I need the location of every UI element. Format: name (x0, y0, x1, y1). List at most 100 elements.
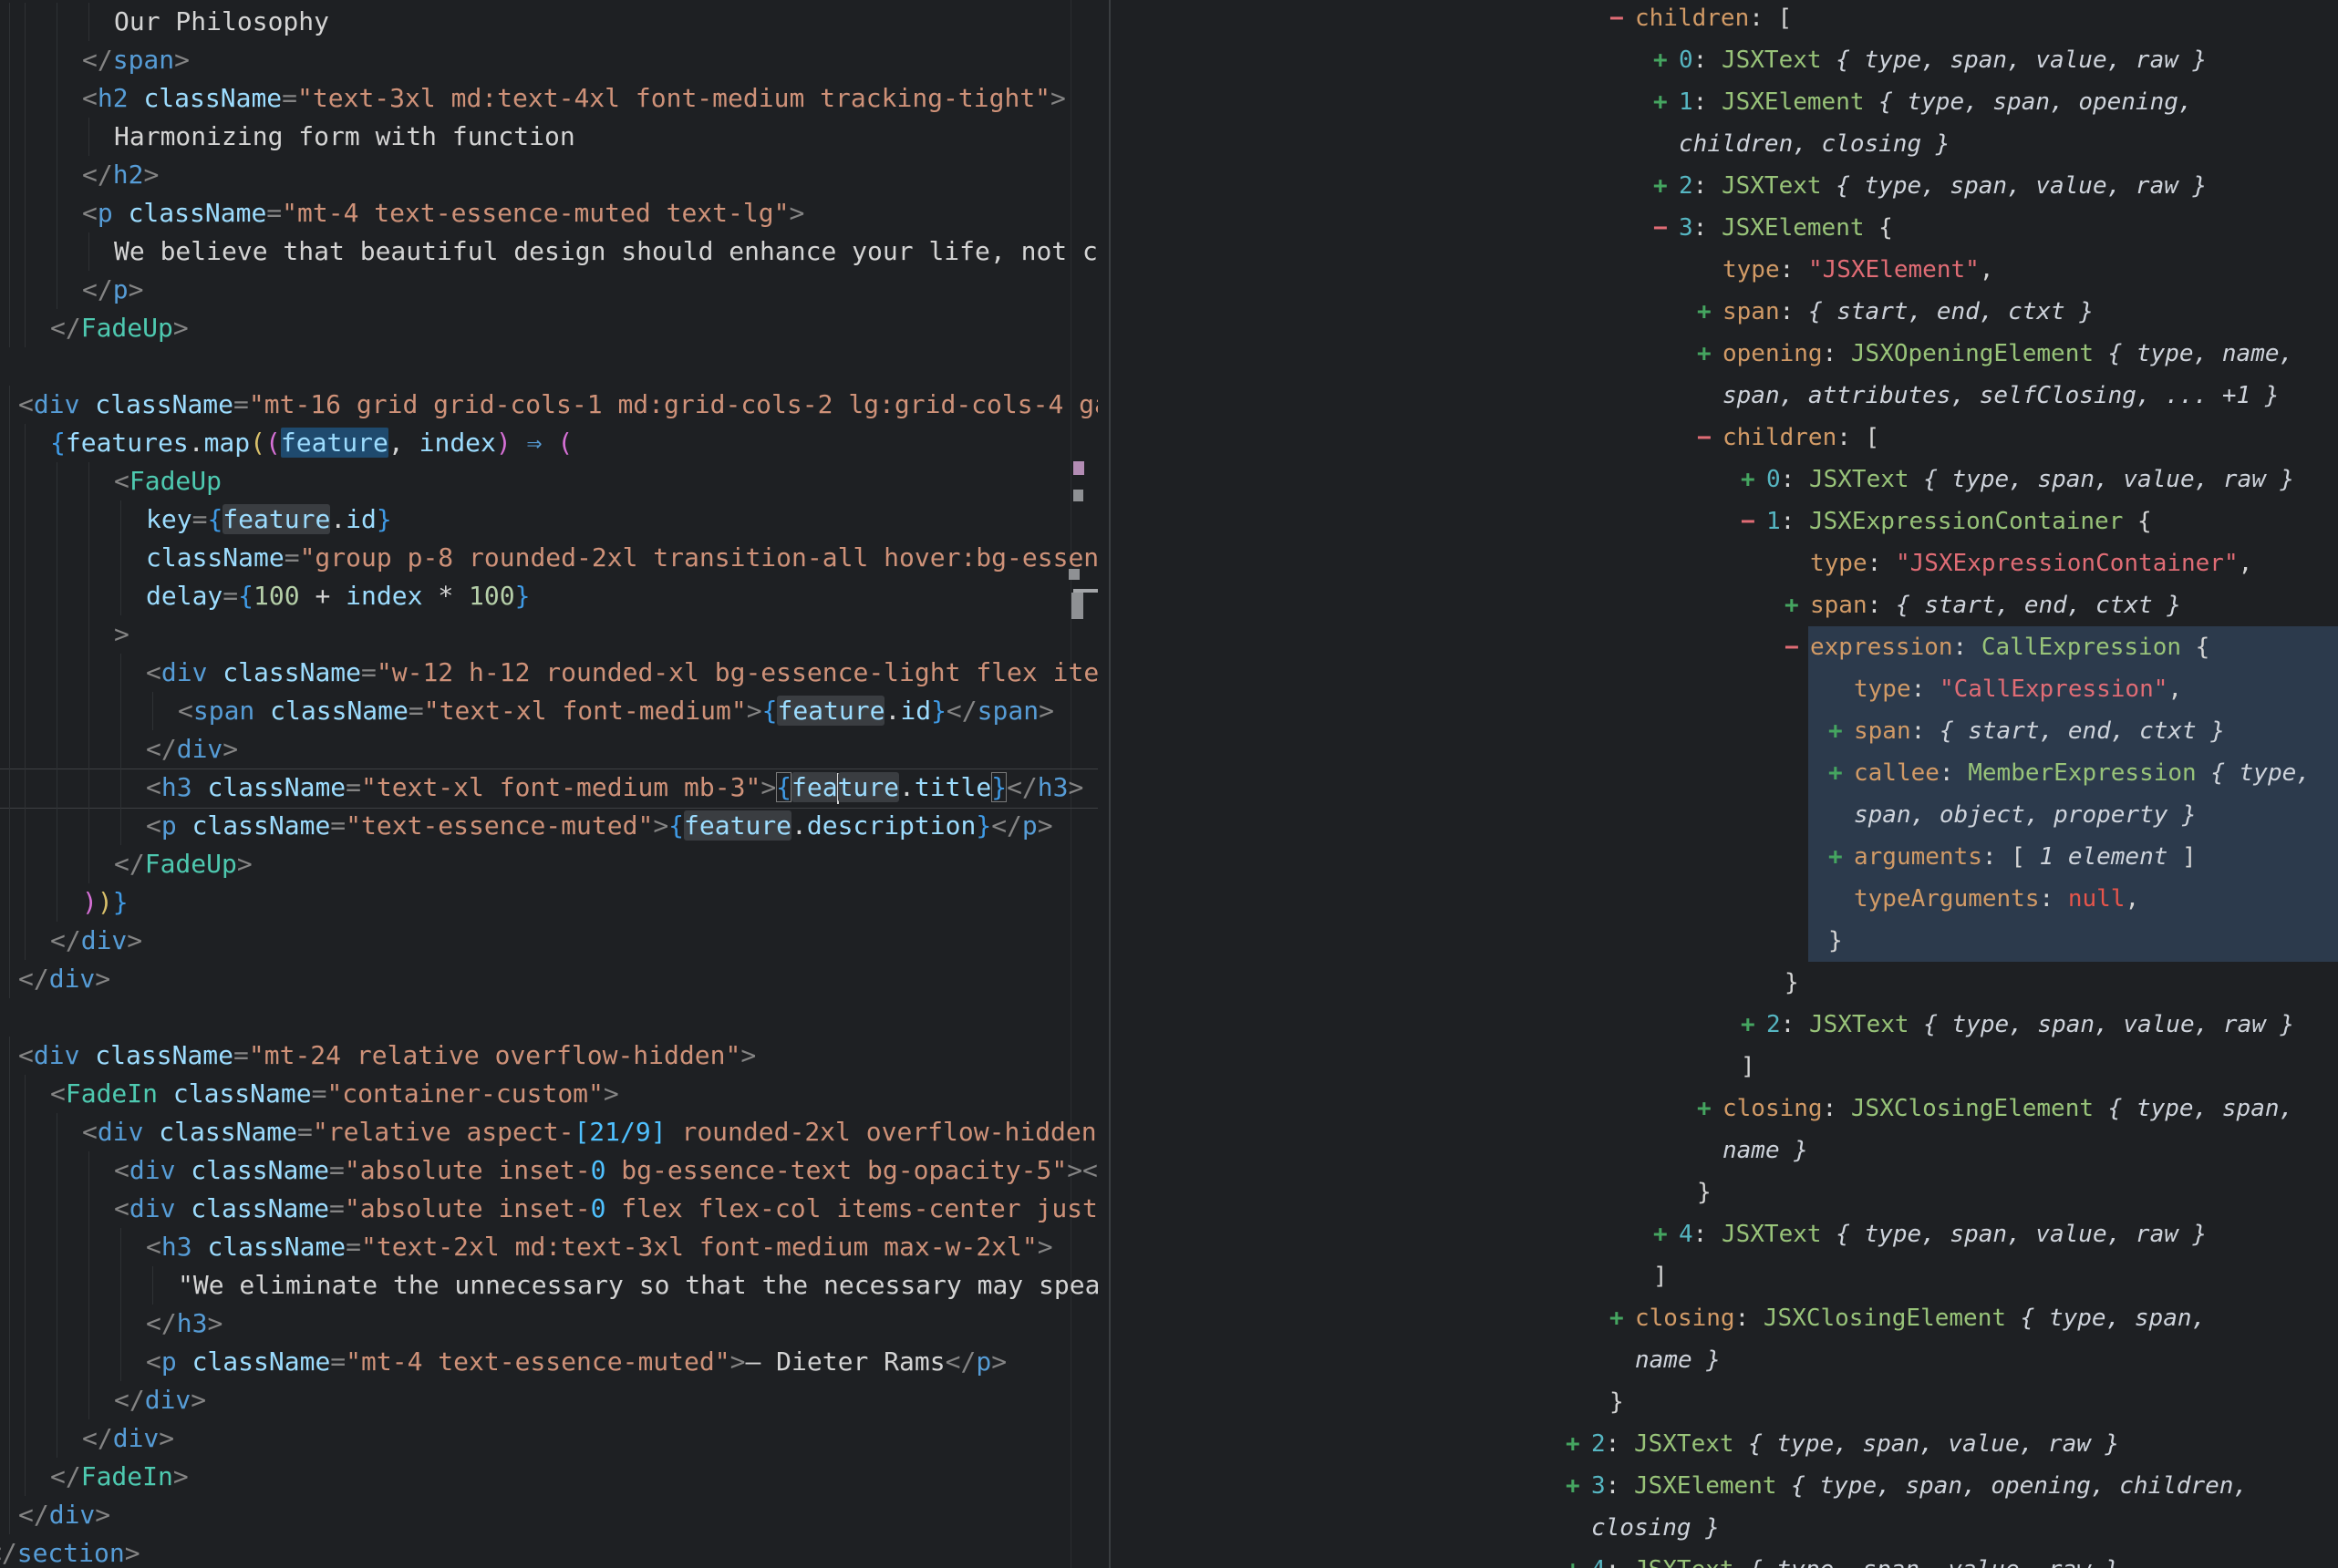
ast-tree-line[interactable]: name } (0, 1339, 2338, 1381)
ast-tree-line[interactable]: +4: JSXText { type, span, value, raw } (0, 1213, 2338, 1255)
ast-tree-line[interactable]: +2: JSXText { type, span, value, raw } (0, 165, 2338, 207)
ast-tree-line[interactable]: } (0, 962, 2338, 1004)
ast-token: : (1693, 46, 1722, 74)
ast-tree-line[interactable]: +1: JSXElement { type, span, opening, (0, 81, 2338, 123)
ast-tree-line[interactable]: +0: JSXText { type, span, value, raw } (0, 39, 2338, 81)
ast-tree-line[interactable]: } (0, 1171, 2338, 1213)
ast-tree-line[interactable]: span, attributes, selfClosing, ... +1 } (0, 375, 2338, 417)
ast-tree-line[interactable]: +3: JSXElement { type, span, opening, ch… (0, 1465, 2338, 1507)
expand-node-icon[interactable]: + (1609, 1297, 1624, 1339)
ast-line-text: span: { start, end, ctxt } (1722, 291, 2094, 333)
ast-line-text: 1: JSXExpressionContainer { (1766, 500, 2152, 542)
collapse-node-icon[interactable]: − (1609, 0, 1624, 39)
ast-tree-line[interactable]: +span: { start, end, ctxt } (0, 291, 2338, 333)
ast-tree-line[interactable]: } (0, 1381, 2338, 1423)
expand-node-icon[interactable]: + (1697, 333, 1712, 375)
expand-node-icon[interactable]: + (1566, 1465, 1580, 1507)
ast-tree-line[interactable]: ] (0, 1255, 2338, 1297)
collapse-node-icon[interactable]: − (1741, 500, 1755, 542)
ast-line-text: 4: JSXText { type, span, value, raw } (1591, 1549, 2119, 1568)
ast-tree-line[interactable]: +callee: MemberExpression { type, (0, 752, 2338, 794)
ast-token: span (1810, 592, 1867, 619)
ast-token: { type, span, opening, (1878, 88, 2192, 116)
ast-tree-line[interactable]: +0: JSXText { type, span, value, raw } (0, 459, 2338, 500)
overview-mark-gray (1073, 490, 1083, 501)
ast-tree-line[interactable]: type: "JSXElement", (0, 249, 2338, 291)
ast-token: type (1722, 256, 1780, 284)
ast-tree-line[interactable]: +2: JSXText { type, span, value, raw } (0, 1423, 2338, 1465)
ast-token: JSXText (1809, 1011, 1909, 1038)
ast-tree-line[interactable]: name } (0, 1130, 2338, 1171)
ast-token: { type, name, (2108, 340, 2294, 367)
ast-tree-line[interactable]: −3: JSXElement { (0, 207, 2338, 249)
pane-divider[interactable] (1109, 0, 1111, 1568)
expand-node-icon[interactable]: + (1828, 752, 1843, 794)
ast-tree-line[interactable]: type: "JSXExpressionContainer", (0, 542, 2338, 584)
ast-token: : (1982, 843, 2011, 871)
ast-tree-line[interactable]: −expression: CallExpression { (0, 626, 2338, 668)
ast-line-text: } (1697, 1171, 1712, 1213)
collapse-node-icon[interactable]: − (1697, 417, 1712, 459)
overview-mark-gray (1069, 569, 1080, 580)
expand-node-icon[interactable]: + (1697, 1088, 1712, 1130)
expand-node-icon[interactable]: + (1741, 1004, 1755, 1046)
ast-token: : (1780, 256, 1808, 284)
ast-tree-line[interactable]: −children: [ (0, 0, 2338, 39)
ast-tree-line[interactable]: typeArguments: null, (0, 878, 2338, 920)
ast-tree-line[interactable]: children, closing } (0, 123, 2338, 165)
expand-node-icon[interactable]: + (1566, 1423, 1580, 1465)
ast-tree-line[interactable]: −children: [ (0, 417, 2338, 459)
ast-tree-line[interactable]: +opening: JSXOpeningElement { type, name… (0, 333, 2338, 375)
ast-line-text: span, object, property } (1854, 794, 2197, 836)
ast-token: : (1911, 676, 1940, 703)
ast-tree-line[interactable]: ] (0, 1046, 2338, 1088)
ast-token: closing } (1591, 1514, 1720, 1542)
ast-token: { type, span, value, raw } (1836, 172, 2207, 200)
expand-node-icon[interactable]: + (1697, 291, 1712, 333)
ast-tree-line[interactable]: +arguments: [ 1 element ] (0, 836, 2338, 878)
collapse-node-icon[interactable]: − (1653, 207, 1668, 249)
expand-node-icon[interactable]: + (1828, 710, 1843, 752)
ast-tree-line[interactable]: type: "CallExpression", (0, 668, 2338, 710)
ast-token: opening (1722, 340, 1823, 367)
ast-token: : (1781, 508, 1809, 535)
ast-token: name } (1635, 1346, 1721, 1374)
expand-node-icon[interactable]: + (1653, 1213, 1668, 1255)
expand-node-icon[interactable]: + (1653, 39, 1668, 81)
ast-token: JSXExpressionContainer (1809, 508, 2123, 535)
ast-token: { type, span, value, raw } (1923, 1011, 2294, 1038)
collapse-node-icon[interactable]: − (1785, 626, 1799, 668)
ast-token: : (1693, 214, 1722, 242)
expand-node-icon[interactable]: + (1566, 1549, 1580, 1568)
ast-token: JSXOpeningElement (1851, 340, 2094, 367)
ast-tree-line[interactable]: +closing: JSXClosingElement { type, span… (0, 1297, 2338, 1339)
ast-tree-line[interactable]: +span: { start, end, ctxt } (0, 710, 2338, 752)
ast-line-text: } (1828, 920, 1843, 962)
ast-token: JSXText (1722, 46, 1822, 74)
ast-tree-line[interactable]: } (0, 920, 2338, 962)
ast-token: 2 (1766, 1011, 1781, 1038)
ast-tree-line[interactable]: +2: JSXText { type, span, value, raw } (0, 1004, 2338, 1046)
ast-token: CallExpression (1981, 634, 2181, 661)
ast-token: { type, (2210, 759, 2311, 787)
ast-tree-line[interactable]: +4: JSXText { type, span, value, raw } (0, 1549, 2338, 1568)
ast-token: type (1854, 676, 1911, 703)
expand-node-icon[interactable]: + (1828, 836, 1843, 878)
ast-token: null (2068, 885, 2126, 913)
ast-tree-line[interactable]: +closing: JSXClosingElement { type, span… (0, 1088, 2338, 1130)
ast-tree-line[interactable]: span, object, property } (0, 794, 2338, 836)
ast-token: children (1635, 5, 1749, 32)
ast-token: children, closing } (1679, 130, 1950, 158)
expand-node-icon[interactable]: + (1785, 584, 1799, 626)
ast-tree-line[interactable]: −1: JSXExpressionContainer { (0, 500, 2338, 542)
expand-node-icon[interactable]: + (1741, 459, 1755, 500)
ast-token: 1 element (2040, 843, 2168, 871)
ast-line-text: 2: JSXText { type, span, value, raw } (1591, 1423, 2119, 1465)
expand-node-icon[interactable]: + (1653, 81, 1668, 123)
ast-token: { (2181, 634, 2209, 661)
expand-node-icon[interactable]: + (1653, 165, 1668, 207)
ast-tree-line[interactable]: closing } (0, 1507, 2338, 1549)
ast-tree-line[interactable]: +span: { start, end, ctxt } (0, 584, 2338, 626)
ast-token (1734, 1556, 1749, 1568)
ast-token: [ (1778, 5, 1793, 32)
